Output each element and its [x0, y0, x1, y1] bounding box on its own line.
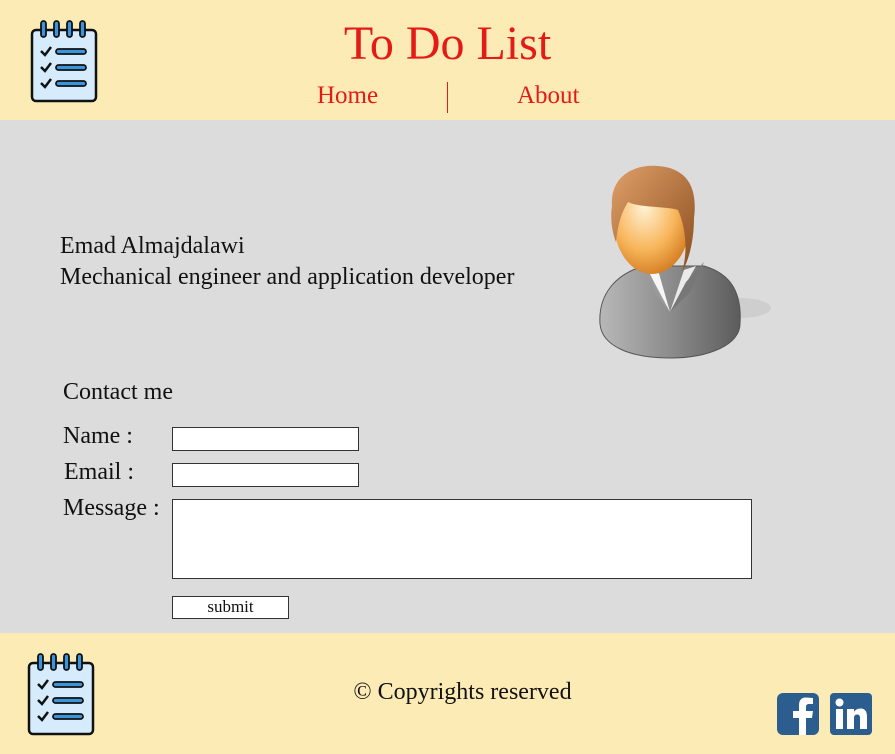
page-title: To Do List: [343, 17, 552, 70]
submit-button[interactable]: submit: [172, 596, 289, 619]
user-avatar-icon: [599, 165, 771, 359]
name-input[interactable]: [172, 427, 359, 451]
linkedin-icon[interactable]: [830, 693, 872, 735]
facebook-icon[interactable]: [777, 693, 819, 735]
nav-about-link[interactable]: About: [517, 82, 580, 110]
contact-heading: Contact me: [63, 379, 173, 405]
header: To Do List Home About: [0, 0, 895, 120]
email-label: Email :: [64, 459, 134, 485]
name-label: Name :: [63, 423, 133, 449]
profile-name: Emad Almajdalawi: [60, 233, 245, 259]
nav-home-link[interactable]: Home: [317, 82, 378, 110]
profile-role: Mechanical engineer and application deve…: [60, 264, 515, 290]
email-input[interactable]: [172, 463, 359, 487]
nav-divider: [447, 82, 448, 113]
message-label: Message :: [63, 495, 160, 521]
copyright-text: © Copyrights reserved: [353, 679, 572, 705]
message-textarea[interactable]: [172, 499, 752, 579]
